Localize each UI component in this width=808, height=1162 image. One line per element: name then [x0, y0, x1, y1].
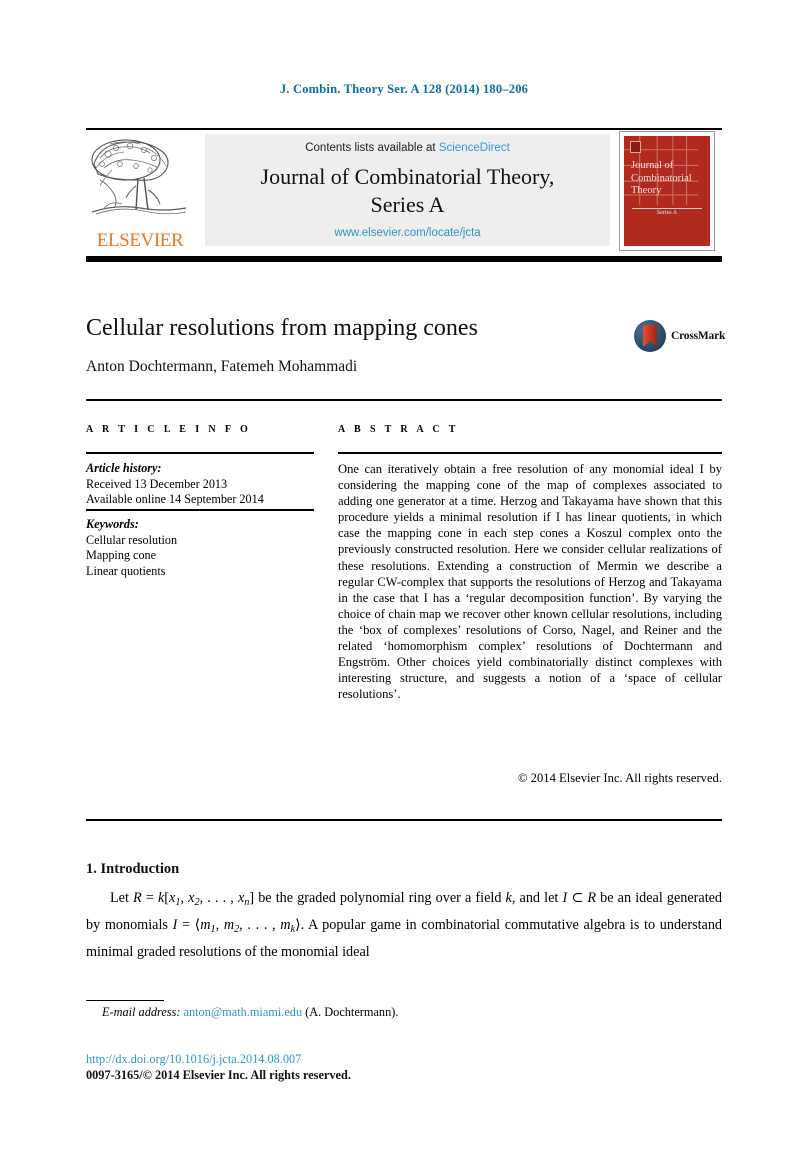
elsevier-tree-icon: [91, 139, 187, 215]
keywords-label: Keywords:: [86, 517, 139, 531]
article-info-column: A R T I C L E I N F O: [86, 424, 314, 435]
cover-emblem-icon: [630, 141, 641, 153]
introduction-body: Let R = k[x1, x2, . . . , xn] be the gra…: [86, 887, 722, 964]
abstract-rule: [338, 452, 722, 454]
email-label: E-mail address:: [102, 1005, 181, 1019]
abstract-column: A B S T R A C T: [338, 424, 722, 435]
keyword-item: Linear quotients: [86, 563, 166, 578]
elsevier-wordmark: ELSEVIER: [96, 230, 184, 251]
contents-lists-line: Contents lists available at ScienceDirec…: [205, 142, 610, 154]
cover-title: Journal of Combinatorial Theory: [631, 160, 704, 198]
cover-series-label: Series A: [656, 210, 678, 216]
cover-title-line-1: Journal of: [631, 160, 674, 171]
crossmark-circle-icon: [634, 320, 666, 352]
keyword-item: Mapping cone: [86, 548, 157, 562]
abstract-paragraph: One can iteratively obtain a free resolu…: [338, 462, 722, 702]
crossmark-ribbon-icon: [643, 325, 657, 347]
page-title: Cellular resolutions from mapping cones: [86, 315, 478, 341]
footnote-rule: [86, 1000, 164, 1001]
keyword-item: Cellular resolution: [86, 532, 178, 547]
sciencedirect-link[interactable]: ScienceDirect: [439, 142, 510, 154]
abstract-bottom-rule: [86, 819, 722, 821]
cover-title-line-2: Combinatorial: [631, 172, 692, 184]
email-link[interactable]: anton@math.miami.edu: [184, 1005, 303, 1019]
journal-masthead: ELSEVIER Contents lists available at Sci…: [86, 128, 722, 252]
abstract-copyright: © 2014 Elsevier Inc. All rights reserved…: [517, 771, 722, 785]
article-info-inner-rule: [86, 509, 314, 511]
crossmark-label: CrossMark: [671, 330, 726, 342]
journal-title-line-2: Series A: [370, 192, 445, 217]
journal-title-line-1: Journal of Combinatorial Theory,: [260, 164, 555, 189]
keywords-block: Keywords: Cellular resolution Mapping co…: [86, 517, 314, 579]
journal-cover-thumbnail[interactable]: Journal of Combinatorial Theory Series A: [619, 131, 715, 251]
journal-homepage-link[interactable]: www.elsevier.com/locate/jcta: [205, 227, 610, 239]
section-heading-introduction: 1. Introduction: [86, 861, 180, 877]
abstract-heading: A B S T R A C T: [338, 424, 459, 435]
article-history-online: Available online 14 September 2014: [86, 492, 264, 506]
corresponding-email-line: E-mail address: anton@math.miami.edu (A.…: [86, 1005, 722, 1020]
email-owner: (A. Dochtermann).: [305, 1005, 399, 1019]
author-list: Anton Dochtermann, Fatemeh Mohammadi: [86, 358, 358, 375]
abstract-text: One can iteratively obtain a free resolu…: [338, 461, 722, 702]
title-divider: [86, 399, 722, 401]
masthead-bottom-rule: [86, 256, 722, 262]
article-history-label: Article history:: [86, 461, 162, 475]
running-head: J. Combin. Theory Ser. A 128 (2014) 180–…: [279, 82, 529, 96]
article-info-heading: A R T I C L E I N F O: [86, 424, 252, 435]
issn-copyright-line: 0097-3165/© 2014 Elsevier Inc. All right…: [86, 1068, 351, 1082]
cover-divider: [632, 208, 702, 209]
cover-title-line-3: Theory: [631, 185, 662, 196]
journal-cover-image: Journal of Combinatorial Theory Series A: [624, 136, 710, 246]
article-history-block: Article history: Received 13 December 20…: [86, 461, 314, 508]
article-info-rule: [86, 452, 314, 454]
article-history-received: Received 13 December 2013: [86, 476, 228, 491]
journal-banner: Contents lists available at ScienceDirec…: [205, 134, 610, 246]
crossmark-badge[interactable]: CrossMark: [634, 320, 726, 354]
article-page: J. Combin. Theory Ser. A 128 (2014) 180–…: [0, 0, 808, 1162]
elsevier-logo: ELSEVIER: [86, 134, 194, 252]
contents-prefix: Contents lists available at: [305, 142, 439, 154]
doi-link[interactable]: http://dx.doi.org/10.1016/j.jcta.2014.08…: [86, 1052, 301, 1067]
journal-title: Journal of Combinatorial Theory, Series …: [205, 163, 610, 219]
introduction-paragraph: Let R = k[x1, x2, . . . , xn] be the gra…: [86, 890, 723, 960]
masthead-top-rule: [86, 128, 722, 130]
